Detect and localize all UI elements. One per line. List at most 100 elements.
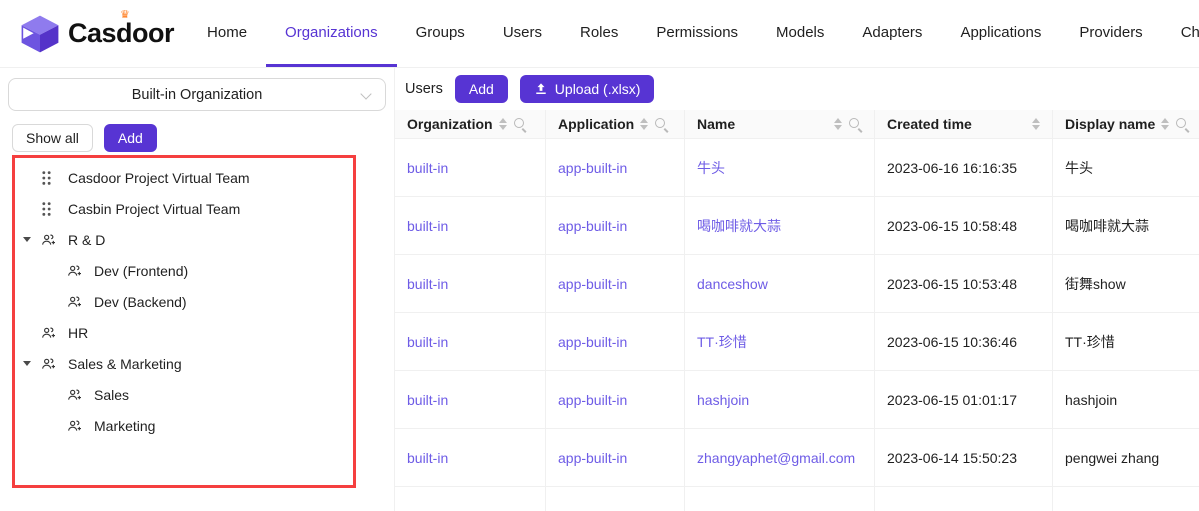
top-navigation: Casdoor ♛ Home Organizations Groups User… xyxy=(0,0,1199,68)
tree-item-label: Dev (Backend) xyxy=(88,294,187,310)
search-icon[interactable] xyxy=(848,117,862,131)
usergroup-add-icon xyxy=(66,294,88,310)
tree-item[interactable]: Sales & Marketing xyxy=(12,348,352,379)
organization-link[interactable]: built-in xyxy=(407,450,448,466)
tree-item[interactable]: R & D xyxy=(12,224,352,255)
users-title: Users xyxy=(405,81,443,97)
organization-link[interactable]: built-in xyxy=(407,392,448,408)
table-row: built-in app-built-in zhangyaphet@gmail.… xyxy=(395,429,1199,487)
sorter-icon[interactable] xyxy=(640,118,648,130)
tree-item[interactable]: Dev (Backend) xyxy=(12,286,352,317)
application-link[interactable]: app-built-in xyxy=(558,450,627,466)
table-row: built-in app-built-in 牛头 2023-06-16 16:1… xyxy=(395,139,1199,197)
organization-link[interactable]: built-in xyxy=(407,160,448,176)
application-link[interactable]: app-built-in xyxy=(558,160,627,176)
column-label: Display name xyxy=(1065,116,1155,132)
caret-down-icon[interactable] xyxy=(14,237,40,242)
nav-item-applications[interactable]: Applications xyxy=(941,0,1060,67)
column-header-name[interactable]: Name xyxy=(685,110,875,139)
user-name-link[interactable]: 喝咖啡就大蒜 xyxy=(697,216,781,236)
tree-item-label: Marketing xyxy=(88,418,155,434)
tree-item[interactable]: Sales xyxy=(12,379,352,410)
column-header-display-name[interactable]: Display name xyxy=(1053,110,1199,139)
table-header-row: Organization Application Name xyxy=(395,110,1199,139)
organization-link[interactable]: built-in xyxy=(407,218,448,234)
created-time-cell: 2023-06-15 10:36:46 xyxy=(887,334,1017,350)
column-header-created-time[interactable]: Created time xyxy=(875,110,1053,139)
holder-drag-icon[interactable] xyxy=(40,201,62,217)
usergroup-add-icon xyxy=(66,387,88,403)
application-link[interactable]: app-built-in xyxy=(558,276,627,292)
sorter-icon[interactable] xyxy=(499,118,507,130)
casdoor-logo[interactable]: Casdoor ♛ xyxy=(0,0,188,67)
application-link[interactable]: app-built-in xyxy=(558,218,627,234)
add-user-button[interactable]: Add xyxy=(455,75,508,103)
sorter-icon[interactable] xyxy=(834,118,842,130)
upload-button-label: Upload (.xlsx) xyxy=(555,81,641,97)
tree-item[interactable]: Dev (Frontend) xyxy=(12,255,352,286)
user-name-link[interactable]: TT·珍惜 xyxy=(697,332,747,352)
user-name-link[interactable]: danceshow xyxy=(697,276,768,292)
application-link[interactable]: app-built-in xyxy=(558,508,627,511)
tree-item-label: Sales xyxy=(88,387,129,403)
logo-text: Casdoor xyxy=(68,18,174,48)
display-name-cell: TT·珍惜 xyxy=(1065,332,1115,352)
show-all-button[interactable]: Show all xyxy=(12,124,93,152)
application-link[interactable]: app-built-in xyxy=(558,392,627,408)
nav-item-models[interactable]: Models xyxy=(757,0,843,67)
organization-link[interactable]: built-in xyxy=(407,276,448,292)
created-time-cell: 2023-06-15 10:53:48 xyxy=(887,276,1017,292)
application-link[interactable]: app-built-in xyxy=(558,334,627,350)
search-icon[interactable] xyxy=(654,117,668,131)
tree-item[interactable]: Casbin Project Virtual Team xyxy=(12,193,352,224)
tree-item-label: Sales & Marketing xyxy=(62,356,182,372)
display-name-cell: 喝咖啡就大蒜 xyxy=(1065,216,1149,236)
display-name-cell: 牛头 xyxy=(1065,158,1093,178)
column-header-application[interactable]: Application xyxy=(546,110,685,139)
usergroup-add-icon xyxy=(40,325,62,341)
table-row: built-in app-built-in danceshow 2023-06-… xyxy=(395,255,1199,313)
organization-link[interactable]: built-in xyxy=(407,508,448,511)
sorter-icon[interactable] xyxy=(1161,118,1169,130)
usergroup-add-icon xyxy=(66,418,88,434)
user-name-link[interactable]: zhangyaphet@gmail.com xyxy=(697,450,855,466)
organization-link[interactable]: built-in xyxy=(407,334,448,350)
sorter-icon[interactable] xyxy=(1032,118,1040,130)
search-icon[interactable] xyxy=(513,117,527,131)
table-row: built-in app-built-in 喝咖啡就大蒜 2023-06-15 … xyxy=(395,197,1199,255)
tree-item-label: HR xyxy=(62,325,88,341)
user-name-link[interactable]: hashjoin xyxy=(697,392,749,408)
nav-item-chats[interactable]: Chats xyxy=(1162,0,1199,67)
display-name-cell: pengwei zhang xyxy=(1065,450,1159,466)
usergroup-add-icon xyxy=(66,263,88,279)
tree-item[interactable]: HR xyxy=(12,317,352,348)
tree-item[interactable]: Marketing xyxy=(12,410,352,441)
column-header-organization[interactable]: Organization xyxy=(395,110,546,139)
nav-item-providers[interactable]: Providers xyxy=(1060,0,1161,67)
nav-item-roles[interactable]: Roles xyxy=(561,0,637,67)
nav-item-adapters[interactable]: Adapters xyxy=(843,0,941,67)
table-row: built-in app-built-in hashjoin 2023-06-1… xyxy=(395,371,1199,429)
user-name-link[interactable]: daniel xyxy=(697,508,734,511)
user-name-link[interactable]: 牛头 xyxy=(697,158,725,178)
nav-item-users[interactable]: Users xyxy=(484,0,561,67)
organization-select[interactable]: Built-in Organization xyxy=(8,78,386,111)
nav-item-home[interactable]: Home xyxy=(188,0,266,67)
users-panel: Users Add Upload (.xlsx) Organization xyxy=(395,68,1199,511)
holder-drag-icon[interactable] xyxy=(40,170,62,186)
tree-item[interactable]: Casdoor Project Virtual Team xyxy=(12,162,352,193)
display-name-cell: 街舞show xyxy=(1065,274,1126,294)
nav-item-permissions[interactable]: Permissions xyxy=(637,0,757,67)
tree-item-label: Casbin Project Virtual Team xyxy=(62,201,240,217)
created-time-cell: 2023-06-14 15:50:23 xyxy=(887,450,1017,466)
created-time-cell: 2023-06-15 01:01:17 xyxy=(887,392,1017,408)
add-group-button[interactable]: Add xyxy=(104,124,157,152)
nav-item-groups[interactable]: Groups xyxy=(397,0,484,67)
nav-item-organizations[interactable]: Organizations xyxy=(266,0,397,67)
caret-down-icon[interactable] xyxy=(14,361,40,366)
nav-menu: Home Organizations Groups Users Roles Pe… xyxy=(188,0,1199,67)
tree-item-label: Casdoor Project Virtual Team xyxy=(62,170,250,186)
upload-xlsx-button[interactable]: Upload (.xlsx) xyxy=(520,75,655,103)
column-label: Organization xyxy=(407,116,493,132)
search-icon[interactable] xyxy=(1175,117,1189,131)
